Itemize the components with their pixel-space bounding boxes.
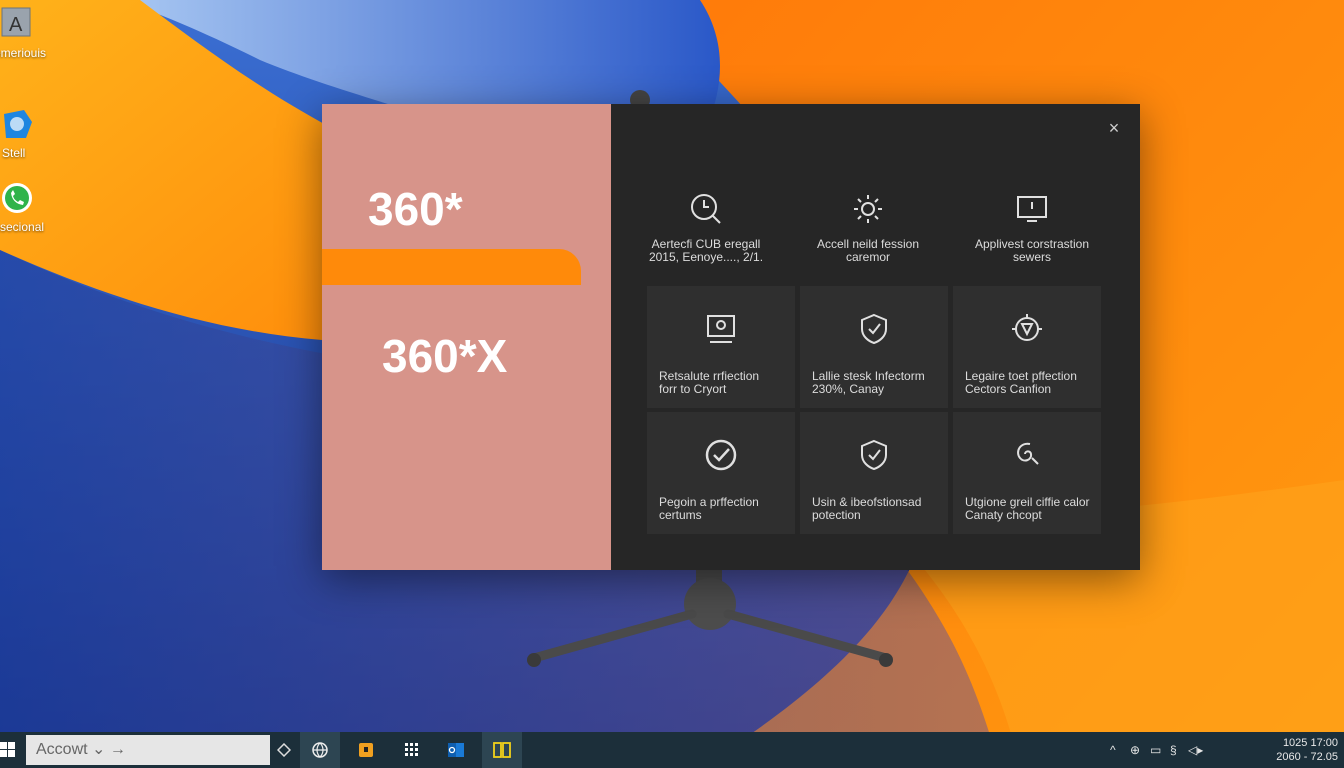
feature-tile[interactable]: Applivest corstrastion sewers xyxy=(957,162,1107,284)
desktop-icon-emeriouis[interactable]: A emeriouis xyxy=(0,6,60,66)
tray-overflow-icon[interactable]: ^ xyxy=(1110,743,1116,757)
promo-accent-band xyxy=(322,249,581,285)
feature-tile-text: Usin & ibeofstionsad potection xyxy=(812,495,922,522)
security-window: 360* 360*X × Aertecfi CUB eregall 2015, E… xyxy=(322,104,1140,570)
app-badge-icon xyxy=(0,108,34,142)
taskbar-app-globe-icon[interactable] xyxy=(300,732,340,768)
clock-time-text: 1025 17:00 xyxy=(1282,737,1338,749)
clock-date-text: 2060 - 72.05 xyxy=(1276,751,1338,763)
feature-tile[interactable]: Retsalute rrfiection forr to Cryort xyxy=(647,286,795,408)
document-a-icon: A xyxy=(0,6,34,40)
desktop-icon-label: Stell xyxy=(2,146,26,160)
promo-headline-top: 360* xyxy=(368,183,463,235)
tray-display-icon[interactable]: ▭ xyxy=(1150,743,1161,757)
gear-sparkle-icon xyxy=(793,192,943,226)
feature-tile-text: Aertecfi CUB eregall 2015, Eenoye...., 2/… xyxy=(648,237,764,264)
feature-tile-text: Pegoin a prffection certums xyxy=(659,495,759,522)
features-panel: × Aertecfi CUB eregall 2015, Eenoye...., … xyxy=(611,104,1140,570)
monitor-alert-icon xyxy=(957,192,1107,226)
taskbar-app-files-icon[interactable] xyxy=(482,732,522,768)
feature-tile[interactable]: Accell neild fession caremor xyxy=(793,162,943,284)
close-button[interactable]: × xyxy=(1102,116,1126,140)
svg-text:A: A xyxy=(9,14,23,36)
desktop-icon-stell[interactable]: Stell xyxy=(0,108,60,164)
scan-shield-icon xyxy=(647,312,795,346)
bug-cog-icon xyxy=(953,312,1101,346)
feature-tile-text: Retsalute rrfiection forr to Cryort xyxy=(659,369,760,396)
taskbar: Accowt ⌄ → ^ ⊕ ▭ § ◁▸ 1025 17:00 2060 - … xyxy=(0,732,1344,768)
desktop-icon-ssecional[interactable]: ssecional xyxy=(0,182,60,238)
shield-icon xyxy=(800,312,948,346)
phone-app-icon xyxy=(0,182,34,216)
taskbar-app-grid-icon[interactable] xyxy=(392,732,432,768)
feature-tile[interactable]: Aertecfi CUB eregall 2015, Eenoye...., 2/… xyxy=(631,162,781,284)
feature-tile[interactable]: Usin & ibeofstionsad potection xyxy=(800,412,948,534)
feature-tile[interactable]: Legaire toet pffection Cectors Canfion xyxy=(953,286,1101,408)
taskbar-app-store-icon[interactable] xyxy=(346,732,386,768)
feature-tile[interactable]: Pegoin a prffection certums xyxy=(647,412,795,534)
tray-volume-icon[interactable]: ◁▸ xyxy=(1188,743,1203,757)
feature-tile-text: Applivest corstrastion sewers xyxy=(974,237,1090,264)
taskbar-clock[interactable]: 1025 17:00 2060 - 72.05 xyxy=(1276,736,1338,764)
taskbar-search-input[interactable]: Accowt ⌄ → xyxy=(26,735,270,765)
feature-tile[interactable]: Utgione greil ciffie calor Canaty chcopt xyxy=(953,412,1101,534)
promo-panel: 360* 360*X xyxy=(322,104,611,570)
monitor-stand xyxy=(520,570,900,685)
shield-check-icon xyxy=(800,438,948,472)
tray-network-icon[interactable]: ⊕ xyxy=(1130,743,1140,757)
feature-tile[interactable]: Lallie stesk Infectorm 230%, Canay xyxy=(800,286,948,408)
task-view-icon[interactable] xyxy=(270,732,298,768)
promo-headline-bottom: 360*X xyxy=(382,330,508,382)
feature-tile-text: Accell neild fession caremor xyxy=(816,237,920,264)
feature-tile-text: Legaire toet pffection Cectors Canfion xyxy=(965,369,1077,396)
check-circle-icon xyxy=(647,438,795,472)
swirl-icon xyxy=(953,438,1101,472)
start-button[interactable] xyxy=(0,740,18,760)
clock-search-icon xyxy=(631,192,781,226)
feature-tile-text: Utgione greil ciffie calor Canaty chcopt xyxy=(965,495,1090,522)
system-tray: ^ ⊕ ▭ § ◁▸ 1025 17:00 2060 - 72.05 xyxy=(1104,732,1344,768)
desktop-icon-label: emeriouis xyxy=(0,46,47,60)
feature-tile-text: Lallie stesk Infectorm 230%, Canay xyxy=(812,369,925,396)
taskbar-app-outlook-icon[interactable] xyxy=(436,732,476,768)
desktop-icon-label: ssecional xyxy=(0,220,45,234)
tray-settings-icon[interactable]: § xyxy=(1170,743,1177,757)
